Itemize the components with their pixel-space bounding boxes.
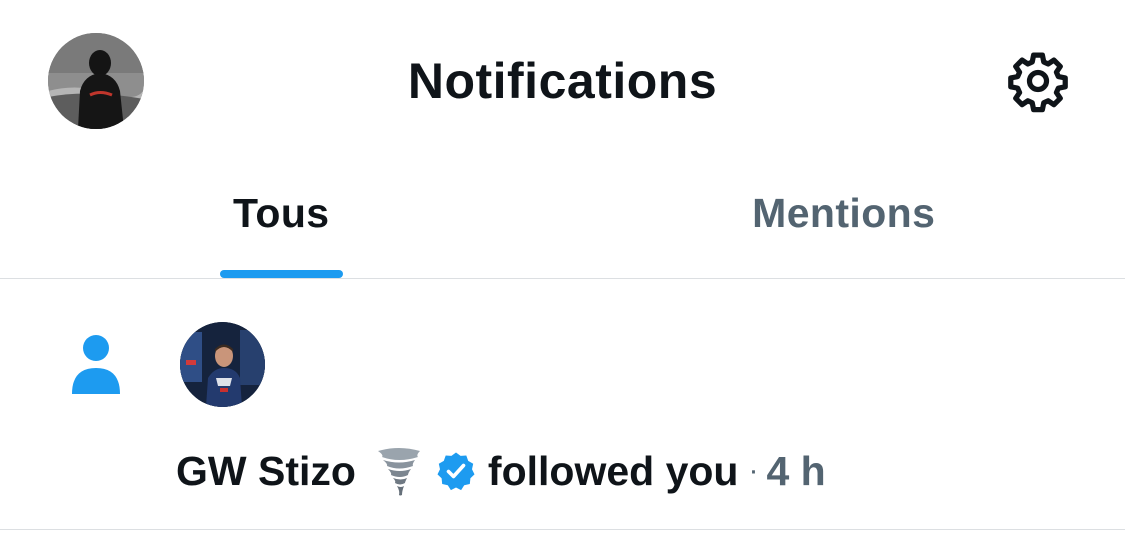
top-header: Notifications — [0, 0, 1125, 165]
notification-item[interactable]: GW Stizo followed you · 4 h — [0, 279, 1125, 530]
profile-avatar[interactable] — [48, 33, 144, 129]
tab-tous[interactable]: Tous — [0, 165, 563, 278]
tornado-emoji-icon — [377, 448, 420, 496]
verified-badge-icon — [437, 452, 475, 491]
tab-mentions[interactable]: Mentions — [563, 165, 1125, 278]
gear-icon — [1008, 52, 1068, 113]
separator-dot: · — [748, 454, 759, 487]
follower-avatar[interactable] — [180, 322, 265, 407]
user-name[interactable]: GW Stizo — [176, 443, 356, 499]
tab-label: Tous — [233, 190, 330, 236]
active-tab-indicator — [219, 270, 343, 278]
follower-avatar-image — [180, 322, 265, 407]
notification-tabs: Tous Mentions — [0, 165, 1125, 279]
notification-text: GW Stizo followed you · 4 h — [176, 443, 826, 499]
action-text: followed you — [487, 448, 739, 494]
profile-avatar-image — [48, 33, 144, 129]
person-icon — [72, 335, 120, 394]
settings-button[interactable] — [1000, 46, 1076, 116]
timestamp: 4 h — [766, 448, 826, 494]
page-title: Notifications — [407, 53, 718, 109]
tab-label: Mentions — [752, 190, 936, 236]
